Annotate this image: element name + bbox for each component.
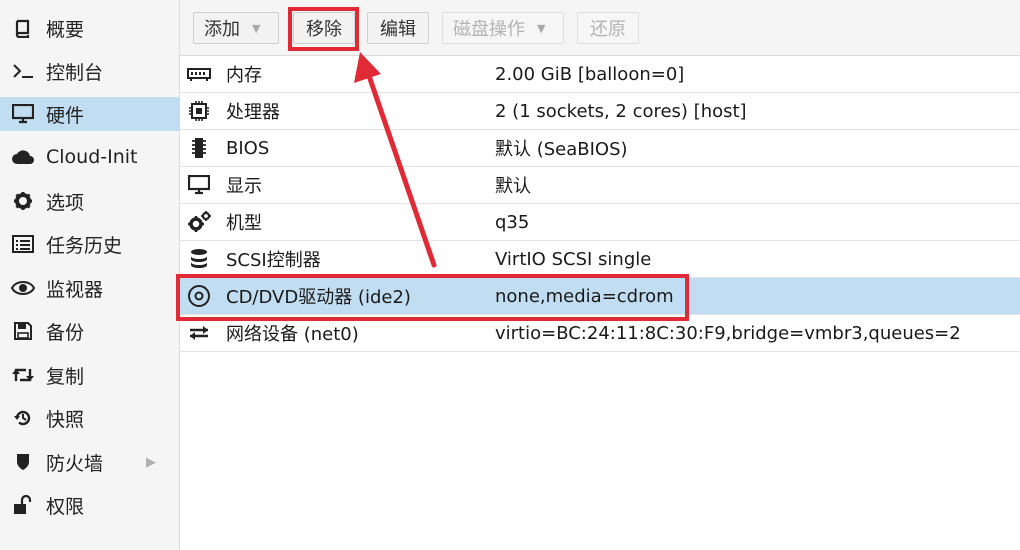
sidebar-item-hardware[interactable]: 硬件 bbox=[0, 97, 180, 131]
list-icon bbox=[10, 235, 36, 253]
sidebar-item-label: 权限 bbox=[46, 495, 85, 518]
gear-icon bbox=[10, 191, 36, 211]
sidebar-item-label: 任务历史 bbox=[46, 234, 123, 257]
sidebar-item-label: 选项 bbox=[46, 191, 85, 214]
sidebar-item-label: 复制 bbox=[46, 365, 85, 388]
sidebar-item-cloud-init[interactable]: Cloud-Init bbox=[0, 140, 180, 174]
retweet-icon bbox=[10, 366, 36, 384]
sidebar-item-label: 监视器 bbox=[46, 278, 104, 301]
hardware-row-machine[interactable]: 机型 q35 bbox=[180, 204, 1020, 241]
sidebar-item-label: 快照 bbox=[46, 408, 85, 431]
hardware-row-value: 2 (1 sockets, 2 cores) [host] bbox=[495, 100, 747, 122]
sidebar-item-summary[interactable]: 概要 bbox=[0, 11, 180, 45]
sidebar-item-options[interactable]: 选项 bbox=[0, 184, 180, 218]
chevron-down-icon: ▼ bbox=[537, 21, 546, 35]
disk-action-button[interactable]: 磁盘操作 ▼ bbox=[442, 12, 564, 44]
monitor-icon bbox=[10, 104, 36, 124]
hardware-row-scsi-controller[interactable]: SCSI控制器 VirtIO SCSI single bbox=[180, 241, 1020, 278]
disk-action-button-label: 磁盘操作 bbox=[453, 19, 525, 40]
memory-icon bbox=[186, 61, 212, 87]
hardware-row-processor[interactable]: 处理器 2 (1 sockets, 2 cores) [host] bbox=[180, 93, 1020, 130]
sidebar-item-task-history[interactable]: 任务历史 bbox=[0, 227, 180, 261]
edit-button-label: 编辑 bbox=[380, 19, 416, 40]
book-icon bbox=[10, 18, 36, 38]
chevron-down-icon: ▼ bbox=[252, 21, 261, 35]
hardware-panel: 添加 ▼ 移除 编辑 磁盘操作 ▼ 还原 内存 2.00 GiB [balloo… bbox=[180, 0, 1020, 550]
cloud-icon bbox=[10, 148, 36, 166]
hardware-row-value: 2.00 GiB [balloon=0] bbox=[495, 63, 685, 85]
sidebar-item-backup[interactable]: 备份 bbox=[0, 314, 180, 348]
hardware-row-name: 网络设备 (net0) bbox=[226, 324, 359, 345]
sidebar: 概要 控制台 硬件 Cloud-Init 选项 任务历史 监视器 备份 复制 快… bbox=[0, 0, 180, 550]
history-icon bbox=[10, 408, 36, 428]
hardware-row-name: 显示 bbox=[226, 176, 262, 197]
revert-button[interactable]: 还原 bbox=[577, 12, 639, 44]
sidebar-item-monitor[interactable]: 监视器 bbox=[0, 271, 180, 305]
cdrom-icon bbox=[186, 283, 212, 309]
revert-button-label: 还原 bbox=[590, 19, 626, 40]
hardware-row-name: BIOS bbox=[226, 137, 270, 159]
hardware-row-display[interactable]: 显示 默认 bbox=[180, 167, 1020, 204]
database-icon bbox=[186, 246, 212, 272]
hardware-row-value: 默认 (SeaBIOS) bbox=[495, 139, 628, 160]
hardware-row-value: q35 bbox=[495, 211, 530, 233]
hardware-row-memory[interactable]: 内存 2.00 GiB [balloon=0] bbox=[180, 56, 1020, 93]
sidebar-item-label: 控制台 bbox=[46, 61, 104, 84]
cogs-icon bbox=[186, 209, 212, 235]
hardware-row-value: VirtIO SCSI single bbox=[495, 248, 652, 270]
cpu-icon bbox=[186, 98, 212, 124]
remove-button-label: 移除 bbox=[306, 19, 342, 40]
hardware-row-name: 处理器 bbox=[226, 102, 280, 123]
sidebar-item-firewall[interactable]: 防火墙 ▶ bbox=[0, 445, 180, 479]
unlock-icon bbox=[10, 495, 36, 515]
sidebar-item-snapshot[interactable]: 快照 bbox=[0, 401, 180, 435]
sidebar-item-label: 防火墙 bbox=[46, 452, 104, 475]
exchange-icon bbox=[186, 320, 212, 346]
hardware-row-value: none,media=cdrom bbox=[495, 285, 674, 307]
edit-button[interactable]: 编辑 bbox=[367, 12, 429, 44]
toolbar: 添加 ▼ 移除 编辑 磁盘操作 ▼ 还原 bbox=[180, 0, 1020, 56]
add-button[interactable]: 添加 ▼ bbox=[193, 12, 279, 44]
hardware-row-cdrom[interactable]: CD/DVD驱动器 (ide2) none,media=cdrom bbox=[180, 278, 1020, 315]
hardware-row-value: virtio=BC:24:11:8C:30:F9,bridge=vmbr3,qu… bbox=[495, 322, 961, 344]
hardware-row-value: 默认 bbox=[495, 176, 531, 197]
hardware-row-name: SCSI控制器 bbox=[226, 250, 321, 271]
sidebar-item-permissions[interactable]: 权限 bbox=[0, 488, 180, 522]
hardware-row-name: 内存 bbox=[226, 65, 262, 86]
hardware-row-name: 机型 bbox=[226, 213, 262, 234]
add-button-label: 添加 bbox=[204, 19, 240, 40]
hardware-row-name: CD/DVD驱动器 (ide2) bbox=[226, 287, 411, 308]
remove-button[interactable]: 移除 bbox=[293, 12, 355, 44]
sidebar-item-label: 备份 bbox=[46, 321, 85, 344]
sidebar-item-replication[interactable]: 复制 bbox=[0, 358, 180, 392]
sidebar-item-label: 概要 bbox=[46, 18, 85, 41]
sidebar-item-label: Cloud-Init bbox=[46, 146, 138, 168]
terminal-icon bbox=[10, 63, 36, 79]
microchip-icon bbox=[186, 135, 212, 161]
sidebar-item-label: 硬件 bbox=[46, 104, 85, 127]
monitor-icon bbox=[186, 172, 212, 198]
hardware-row-bios[interactable]: BIOS 默认 (SeaBIOS) bbox=[180, 130, 1020, 167]
sidebar-item-console[interactable]: 控制台 bbox=[0, 54, 180, 88]
shield-icon bbox=[10, 452, 36, 472]
hardware-row-network[interactable]: 网络设备 (net0) virtio=BC:24:11:8C:30:F9,bri… bbox=[180, 315, 1020, 352]
eye-icon bbox=[10, 280, 36, 296]
floppy-icon bbox=[10, 321, 36, 341]
expand-arrow-icon[interactable]: ▶ bbox=[146, 455, 156, 470]
